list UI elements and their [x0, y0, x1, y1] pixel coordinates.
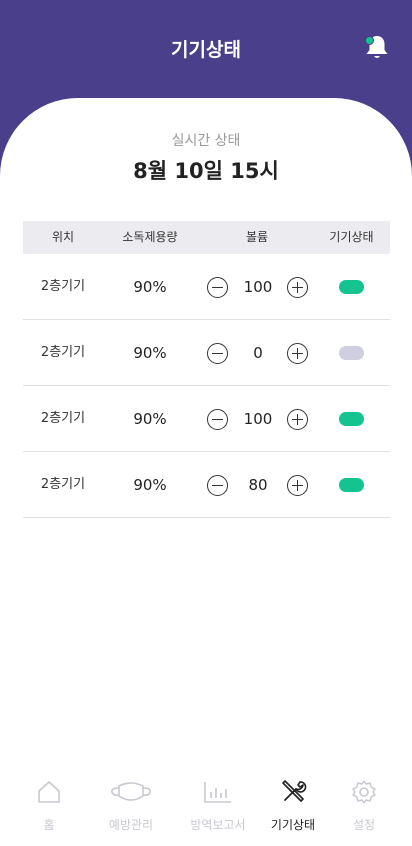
mask-icon — [111, 782, 151, 801]
device-status-toggle[interactable] — [339, 478, 364, 492]
device-status-toggle[interactable] — [339, 346, 364, 360]
table-header: 위치 소독제용량 볼륨 기기상태 — [23, 221, 390, 254]
volume-increase-button[interactable] — [287, 409, 308, 430]
table-row: 2층기기 90% 100 — [23, 386, 390, 452]
nav-item-report[interactable]: 방역보고서 — [180, 770, 256, 846]
location-cell: 2층기기 — [40, 345, 86, 360]
nav-label-device-status: 기기상태 — [270, 818, 316, 832]
nav-label-prevention: 예방관리 — [108, 818, 154, 832]
device-status-toggle[interactable] — [339, 280, 364, 294]
page-title: 기기상태 — [171, 39, 241, 61]
device-table: 2층기기 90% 100 2층기기 90% 0 2층기기 90% 100 2층기… — [23, 254, 390, 518]
volume-decrease-button[interactable] — [207, 277, 228, 298]
notification-badge — [365, 36, 374, 45]
nav-label-settings: 설정 — [352, 818, 376, 832]
volume-value: 80 — [248, 476, 268, 494]
location-cell: 2층기기 — [40, 279, 86, 294]
volume-decrease-button[interactable] — [207, 409, 228, 430]
tools-icon — [282, 780, 307, 802]
location-cell: 2층기기 — [40, 477, 86, 492]
location-cell: 2층기기 — [40, 411, 86, 426]
disinfectant-cell: 90% — [133, 344, 167, 362]
volume-decrease-button[interactable] — [207, 475, 228, 496]
column-header-disinfectant: 소독제용량 — [122, 230, 178, 244]
disinfectant-cell: 90% — [133, 410, 167, 428]
nav-label-home: 홈 — [43, 818, 55, 832]
volume-increase-button[interactable] — [287, 343, 308, 364]
volume-increase-button[interactable] — [287, 277, 308, 298]
volume-value: 100 — [243, 278, 273, 296]
status-subtitle: 실시간 상태 — [171, 133, 241, 149]
nav-item-home[interactable]: 홈 — [14, 770, 84, 846]
column-header-device-status: 기기상태 — [329, 230, 374, 244]
status-datetime: 8월 10일 15시 — [133, 159, 279, 183]
nav-label-report: 방역보고서 — [190, 818, 246, 832]
nav-item-prevention[interactable]: 예방관리 — [96, 770, 166, 846]
volume-decrease-button[interactable] — [207, 343, 228, 364]
disinfectant-cell: 90% — [133, 476, 167, 494]
home-icon — [38, 781, 60, 803]
bar-chart-icon — [204, 782, 231, 803]
column-header-location: 위치 — [51, 230, 75, 244]
volume-increase-button[interactable] — [287, 475, 308, 496]
nav-item-device-status[interactable]: 기기상태 — [264, 770, 322, 846]
gear-icon — [352, 780, 376, 804]
column-header-volume: 볼륨 — [245, 230, 269, 244]
disinfectant-cell: 90% — [133, 278, 167, 296]
device-status-toggle[interactable] — [339, 412, 364, 426]
bottom-nav: 홈 예방관리 방역보고서 기기상태 설정 — [0, 770, 412, 846]
table-row: 2층기기 90% 0 — [23, 320, 390, 386]
table-row: 2층기기 90% 80 — [23, 452, 390, 518]
volume-value: 100 — [243, 410, 273, 428]
table-row: 2층기기 90% 100 — [23, 254, 390, 320]
volume-value: 0 — [253, 344, 263, 362]
nav-item-settings[interactable]: 설정 — [340, 770, 388, 846]
